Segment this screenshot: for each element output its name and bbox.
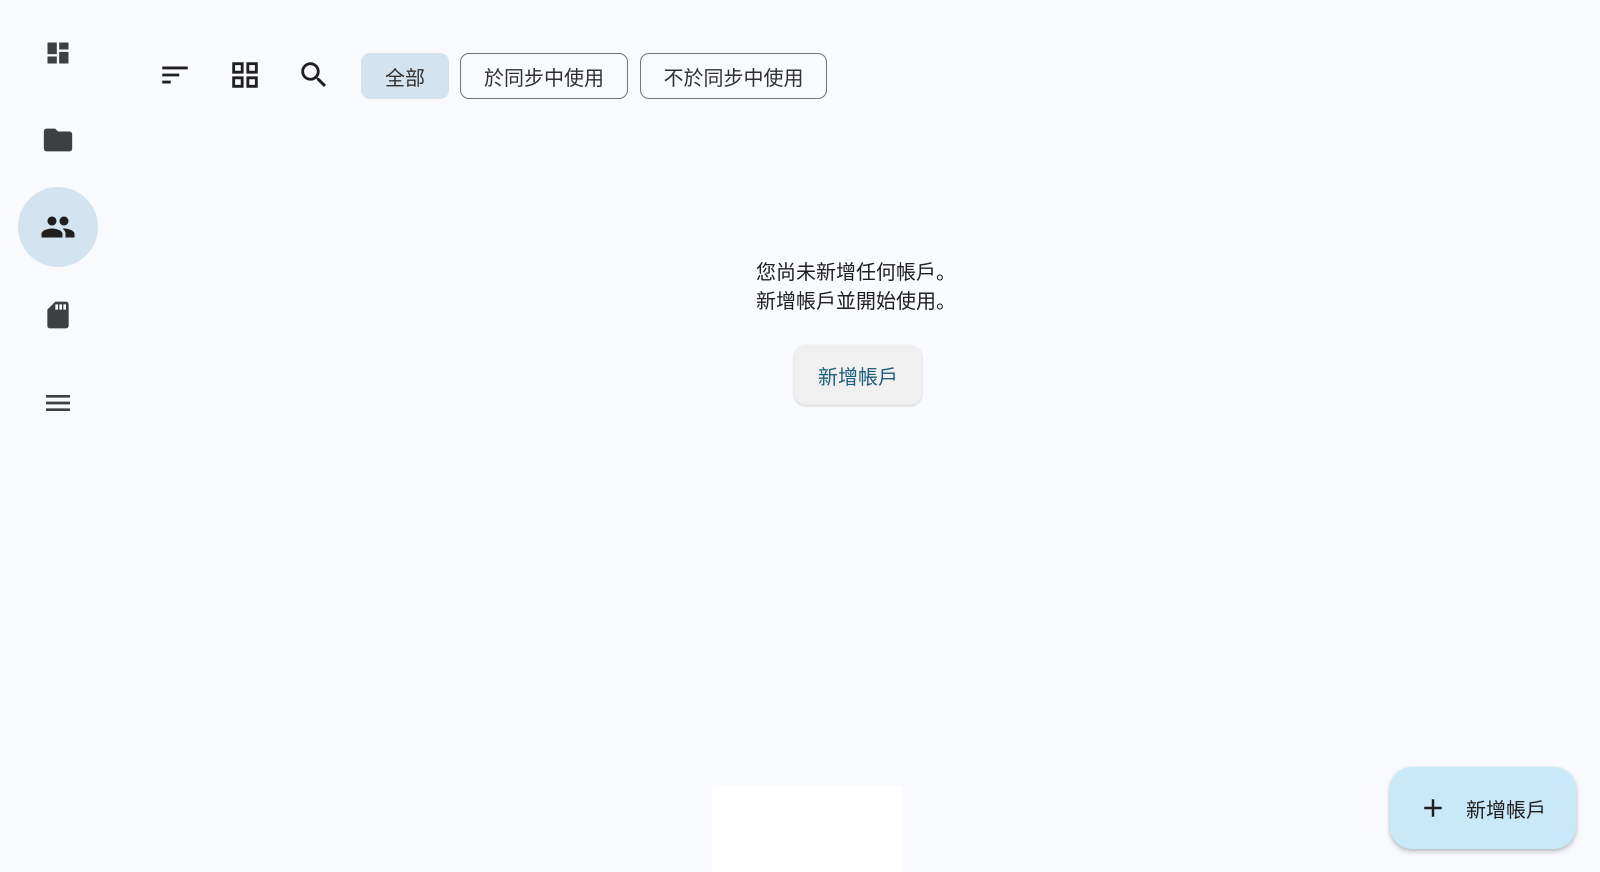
- filter-chip-all[interactable]: 全部: [361, 53, 449, 99]
- fab-label: 新增帳戶: [1466, 797, 1546, 822]
- nav-menu[interactable]: [18, 363, 98, 443]
- filter-chip-label: 全部: [385, 65, 425, 90]
- sort-button[interactable]: [152, 52, 198, 98]
- menu-icon: [46, 395, 70, 411]
- navigation-rail: [0, 0, 116, 872]
- add-account-button[interactable]: 新增帳戶: [794, 345, 922, 405]
- add-icon: [1424, 799, 1442, 817]
- empty-state-hint: 新增帳戶並開始使用。: [756, 289, 956, 313]
- folder-icon: [43, 128, 73, 152]
- filter-chip-in-sync[interactable]: 於同步中使用: [460, 53, 628, 99]
- sort-icon: [162, 66, 188, 84]
- nav-folders[interactable]: [18, 100, 98, 180]
- grid-view-button[interactable]: [222, 52, 268, 98]
- dashboard-icon: [47, 42, 69, 64]
- people-icon: [41, 216, 75, 238]
- bottom-panel: [712, 786, 902, 872]
- filter-chip-label: 於同步中使用: [484, 65, 604, 90]
- search-button[interactable]: [291, 52, 337, 98]
- grid-view-icon: [232, 62, 258, 88]
- filter-chip-label: 不於同步中使用: [663, 65, 804, 90]
- filter-chip-not-in-sync[interactable]: 不於同步中使用: [640, 53, 827, 99]
- add-account-button-label: 新增帳戶: [818, 364, 898, 389]
- add-account-fab[interactable]: 新增帳戶: [1390, 767, 1576, 849]
- nav-accounts[interactable]: [18, 187, 98, 267]
- empty-state-message: 您尚未新增任何帳戶。: [756, 260, 956, 284]
- nav-dashboard[interactable]: [18, 13, 98, 93]
- search-icon: [301, 62, 327, 88]
- app-window: 全部 於同步中使用 不於同步中使用 您尚未新增任何帳戶。 新增帳戶並開始使用。 …: [0, 0, 1600, 872]
